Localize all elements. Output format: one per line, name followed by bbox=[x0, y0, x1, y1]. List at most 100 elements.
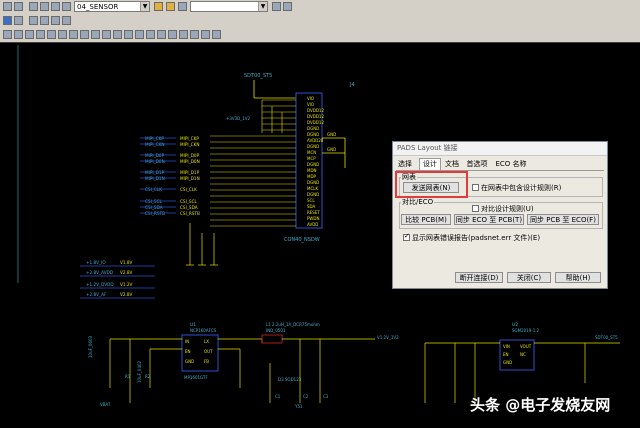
show-report-checkbox[interactable] bbox=[403, 232, 410, 241]
net-label: MIPI_D1P bbox=[145, 170, 165, 175]
paste-icon[interactable] bbox=[51, 2, 60, 11]
tool-icon-11[interactable] bbox=[113, 30, 122, 39]
tool-icon-17[interactable] bbox=[179, 30, 188, 39]
net-label: MIPI_D0P bbox=[145, 153, 165, 158]
main-toolbar: 04_SENSOR ▼ ▼ bbox=[0, 0, 640, 15]
pin-label: VOUT bbox=[520, 344, 532, 349]
part-icon[interactable] bbox=[51, 16, 60, 25]
output-net: V1.2V_1V2 bbox=[377, 335, 399, 340]
view-icon[interactable] bbox=[3, 16, 12, 25]
tab-preferences[interactable]: 首选项 bbox=[464, 159, 490, 170]
compare-rules-checkbox[interactable] bbox=[472, 205, 479, 212]
reg1-part2: MP1601GTF bbox=[184, 375, 208, 380]
reg1-part: NCP160AFCS bbox=[190, 328, 217, 333]
redraw-icon[interactable] bbox=[14, 16, 23, 25]
inductor-label: L1 2.2uH_1A_DCR75mohm bbox=[266, 322, 320, 327]
tool-icon-12[interactable] bbox=[124, 30, 133, 39]
include-rules-label: 在网表中包含设计规则(R) bbox=[481, 184, 562, 192]
pointer-icon[interactable] bbox=[166, 2, 175, 11]
help-button[interactable]: 帮助(H) bbox=[555, 272, 601, 283]
supply-net: +3V3D_1V2 bbox=[226, 116, 251, 121]
net-label: MIPI_D1N bbox=[145, 176, 165, 181]
secondary-select[interactable]: ▼ bbox=[190, 1, 268, 12]
pin-label: EN bbox=[185, 349, 191, 354]
tool-icon-13[interactable] bbox=[135, 30, 144, 39]
settings-icon[interactable] bbox=[272, 2, 281, 11]
help-icon[interactable] bbox=[283, 2, 292, 11]
pin-label: GND bbox=[185, 359, 194, 364]
tool-icon-9[interactable] bbox=[91, 30, 100, 39]
tool-icon-18[interactable] bbox=[190, 30, 199, 39]
tool-icon-6[interactable] bbox=[58, 30, 67, 39]
tool-icon-5[interactable] bbox=[47, 30, 56, 39]
layer-select[interactable]: 04_SENSOR ▼ bbox=[74, 1, 150, 12]
tool-icon-8[interactable] bbox=[80, 30, 89, 39]
tool-icon-4[interactable] bbox=[36, 30, 45, 39]
undo-icon[interactable] bbox=[62, 2, 71, 11]
tool-icon-10[interactable] bbox=[102, 30, 111, 39]
power-label: V1.2V bbox=[120, 282, 133, 287]
tool-icon-16[interactable] bbox=[168, 30, 177, 39]
res-label: Y51 bbox=[294, 404, 303, 409]
wire-label: MIPI_CKN bbox=[180, 142, 200, 147]
sync-pcb-to-eco-button[interactable]: 同步 PCB 至 ECO(F) bbox=[527, 214, 599, 225]
tab-document[interactable]: 文档 bbox=[443, 159, 461, 170]
tool-icon-2[interactable] bbox=[14, 30, 23, 39]
wire-label: MIPI_D0N bbox=[180, 159, 200, 164]
wire-label: MIPI_CKP bbox=[180, 136, 199, 141]
tool-icon-14[interactable] bbox=[146, 30, 155, 39]
diode-label: D3 SOD123 bbox=[278, 377, 302, 382]
power-label: V2.8V bbox=[120, 292, 133, 297]
vbat-net: VBAT bbox=[100, 402, 111, 407]
reg2-net: SDT00_ST5 bbox=[595, 335, 618, 340]
pin-label: DVDD12 bbox=[307, 120, 324, 125]
bus-icon[interactable] bbox=[40, 16, 49, 25]
net-label: CSI_SDA bbox=[145, 205, 163, 210]
tab-eco-name[interactable]: ECO 名称 bbox=[494, 159, 528, 170]
show-report-label: 显示网表错误报告(padsnet.err 文件)(E) bbox=[412, 234, 541, 242]
pin-label: DGND bbox=[307, 144, 319, 149]
disconnect-button[interactable]: 断开连接(D) bbox=[455, 272, 503, 283]
close-button[interactable]: 关闭(C) bbox=[507, 272, 551, 283]
chevron-down-icon[interactable]: ▼ bbox=[140, 2, 149, 11]
cap-label: 10uF_0603 bbox=[88, 335, 93, 358]
compare-group-label: 对比/ECO bbox=[401, 197, 435, 207]
dialog-title: PADS Layout 链接 bbox=[393, 142, 607, 156]
tool-icon-3[interactable] bbox=[25, 30, 34, 39]
wire-icon[interactable] bbox=[29, 16, 38, 25]
tool-icon-15[interactable] bbox=[157, 30, 166, 39]
pin-label: GND bbox=[503, 360, 512, 365]
compare-pcb-button[interactable]: 比较 PCB(M) bbox=[401, 214, 451, 225]
tool-icon-19[interactable] bbox=[201, 30, 210, 39]
include-rules-checkbox[interactable] bbox=[472, 184, 479, 191]
chevron-down-icon[interactable]: ▼ bbox=[258, 2, 267, 11]
zoom-icon[interactable] bbox=[178, 2, 187, 11]
net-label: CSI_RSTB bbox=[145, 211, 165, 216]
cut-icon[interactable] bbox=[29, 2, 38, 11]
open-file-icon[interactable] bbox=[14, 2, 23, 11]
tool-icon-1[interactable] bbox=[3, 30, 12, 39]
sync-eco-to-pcb-button[interactable]: 同步 ECO 至 PCB(T) bbox=[454, 214, 524, 225]
pin-label: DGND bbox=[307, 192, 319, 197]
tab-select[interactable]: 选择 bbox=[397, 159, 413, 170]
copy-icon[interactable] bbox=[40, 2, 49, 11]
pin-label: SCL bbox=[307, 198, 315, 203]
right-pin-label: GND bbox=[327, 132, 336, 137]
pin-label: OUT bbox=[204, 349, 213, 354]
new-file-icon[interactable] bbox=[3, 2, 12, 11]
select-icon[interactable] bbox=[154, 2, 163, 11]
highlight-box bbox=[395, 171, 468, 198]
pin-label: DGND bbox=[307, 180, 319, 185]
cap-label: 10uF_0402 bbox=[137, 360, 142, 383]
tab-design[interactable]: 设计 bbox=[419, 158, 441, 170]
tool-icon-7[interactable] bbox=[69, 30, 78, 39]
pin-label: DGND bbox=[307, 132, 319, 137]
wire-label: CSI_RSTB bbox=[180, 211, 200, 216]
pin-label: AVDD28 bbox=[307, 138, 324, 143]
tool-icon-20[interactable] bbox=[212, 30, 221, 39]
power-net: +1.2V_DVDD bbox=[86, 282, 114, 287]
pin-label: FB bbox=[204, 359, 209, 364]
pin-label: EN bbox=[503, 352, 509, 357]
pin-label: MCP bbox=[307, 156, 316, 161]
text-icon[interactable] bbox=[62, 16, 71, 25]
